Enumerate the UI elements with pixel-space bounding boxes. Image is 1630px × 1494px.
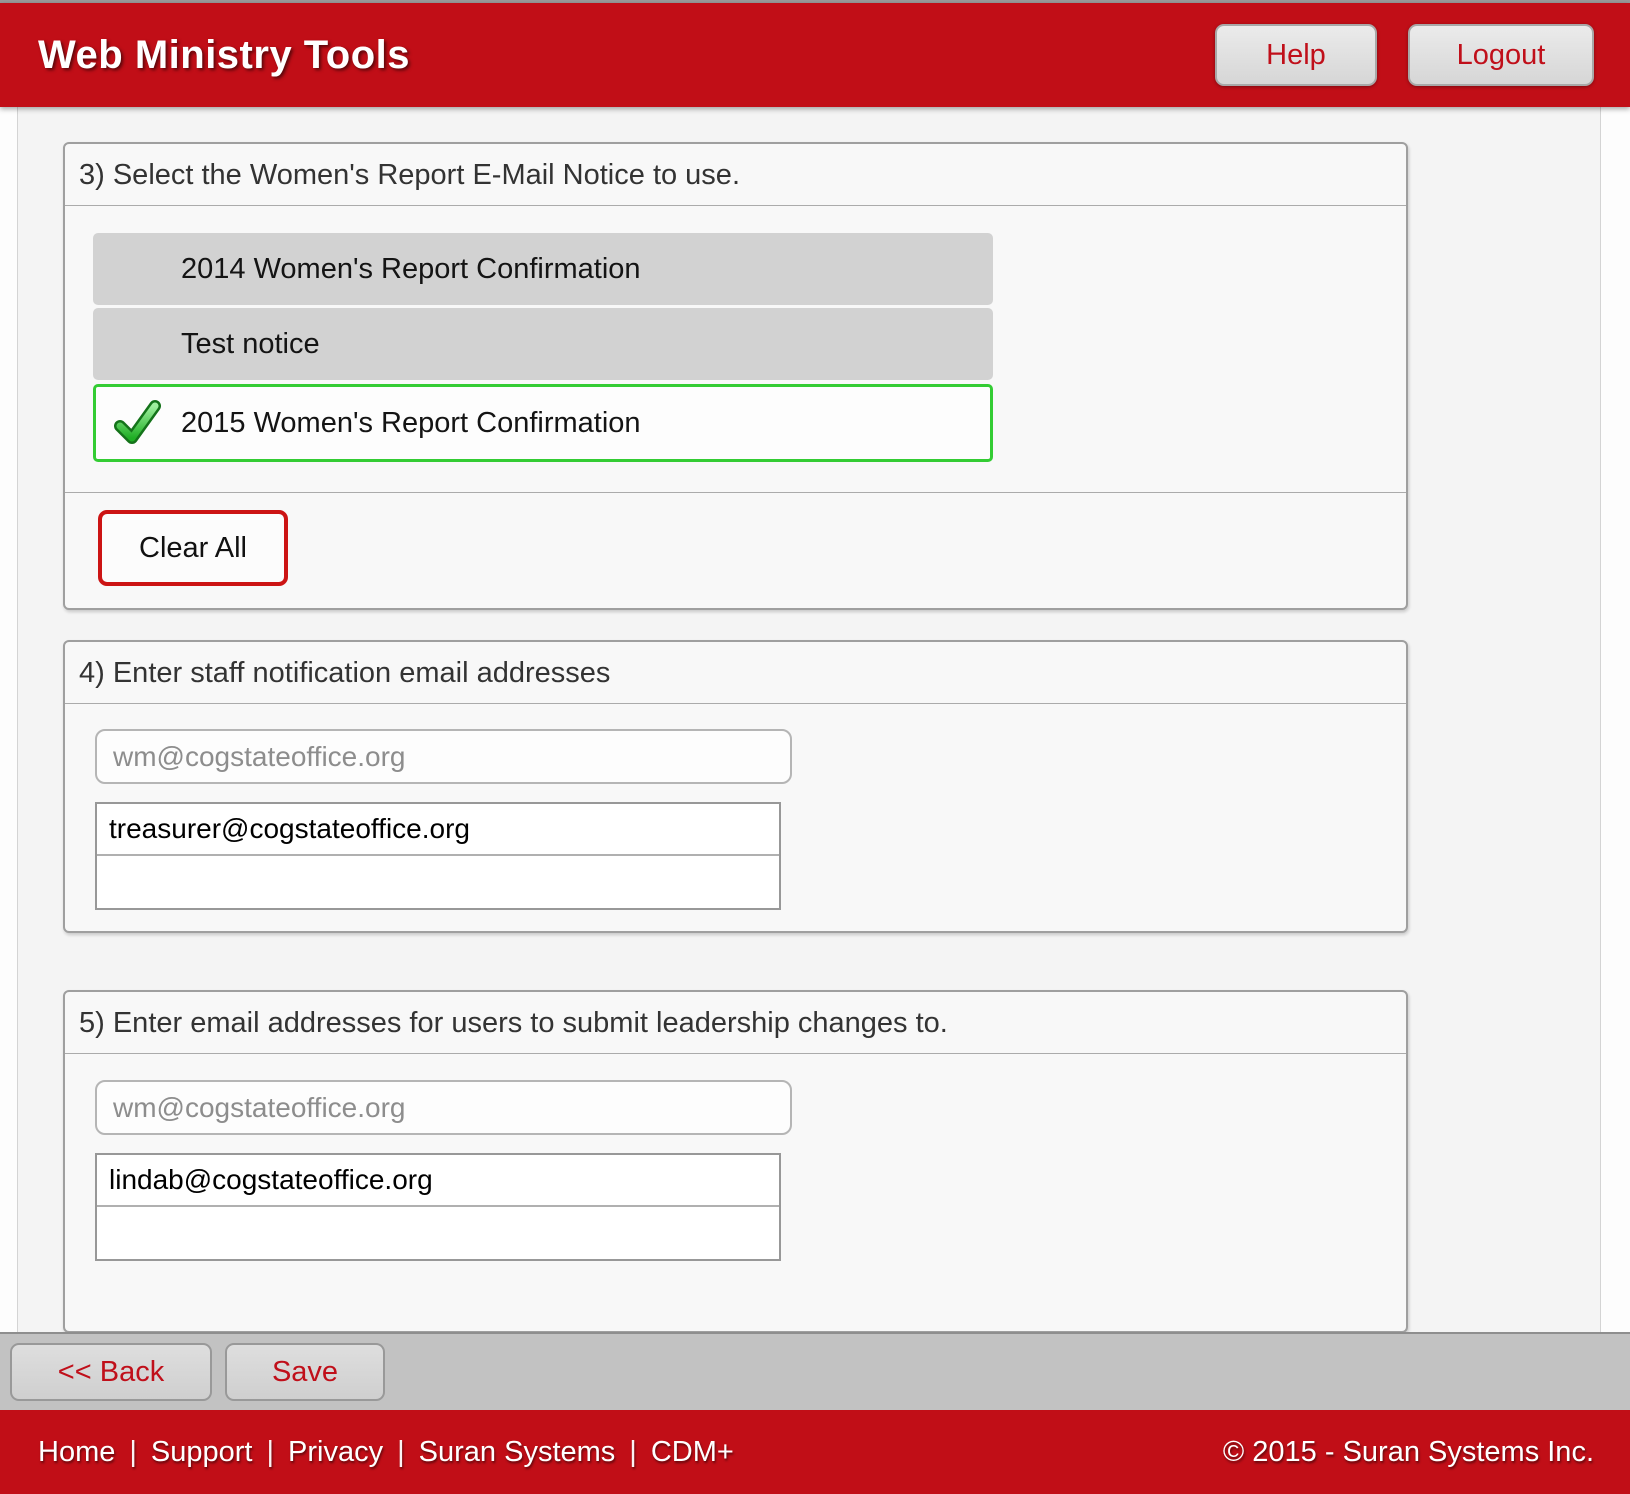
footer-links: Home | Support | Privacy | Suran Systems… [38,1436,734,1469]
help-button[interactable]: Help [1215,24,1377,86]
staff-email-list [95,802,781,910]
notice-option-label: 2014 Women's Report Confirmation [181,253,641,286]
notice-option-label: Test notice [181,328,320,361]
clear-all-button[interactable]: Clear All [98,510,288,586]
app-footer: Home | Support | Privacy | Suran Systems… [0,1410,1630,1494]
leadership-email-entry-1[interactable] [97,1155,779,1207]
leadership-email-body [65,1054,1406,1331]
footer-link-cdm[interactable]: CDM+ [651,1436,734,1469]
app-header: Web Ministry Tools Help Logout [0,3,1630,107]
staff-email-new-input[interactable] [95,729,792,784]
notice-section-footer: Clear All [65,492,1406,608]
leadership-email-entry-2[interactable] [97,1207,779,1259]
logout-button[interactable]: Logout [1408,24,1594,86]
leadership-email-new-input[interactable] [95,1080,792,1135]
leadership-email-list [95,1153,781,1261]
notice-option-2015-selected[interactable]: 2015 Women's Report Confirmation [93,384,993,462]
main-panel: 3) Select the Women's Report E-Mail Noti… [17,107,1601,1332]
copyright-text: © 2015 - Suran Systems Inc. [1223,1436,1594,1469]
footer-separator: | [266,1436,274,1469]
footer-link-privacy[interactable]: Privacy [288,1436,383,1469]
header-buttons: Help Logout [1215,24,1594,86]
app-title: Web Ministry Tools [38,33,410,78]
notice-options-list: 2014 Women's Report Confirmation Test no… [65,206,1406,492]
notice-option-2014[interactable]: 2014 Women's Report Confirmation [93,233,993,305]
notice-select-section: 3) Select the Women's Report E-Mail Noti… [63,142,1408,610]
footer-separator: | [629,1436,637,1469]
staff-email-entry-1[interactable] [97,804,779,856]
leadership-email-section: 5) Enter email addresses for users to su… [63,990,1408,1333]
save-button[interactable]: Save [225,1343,385,1401]
footer-link-suran-systems[interactable]: Suran Systems [419,1436,616,1469]
leadership-email-section-title: 5) Enter email addresses for users to su… [65,992,1406,1054]
check-icon [113,399,161,447]
staff-email-section-title: 4) Enter staff notification email addres… [65,642,1406,704]
bottom-action-bar: << Back Save [0,1332,1630,1410]
notice-section-title: 3) Select the Women's Report E-Mail Noti… [65,144,1406,206]
footer-separator: | [397,1436,405,1469]
staff-email-entry-2[interactable] [97,856,779,908]
staff-email-section: 4) Enter staff notification email addres… [63,640,1408,933]
staff-email-body [65,704,1406,931]
footer-separator: | [129,1436,137,1469]
notice-option-test[interactable]: Test notice [93,308,993,380]
back-button[interactable]: << Back [10,1343,212,1401]
footer-link-support[interactable]: Support [151,1436,253,1469]
notice-option-label: 2015 Women's Report Confirmation [181,407,641,440]
content-area: 3) Select the Women's Report E-Mail Noti… [0,107,1630,1332]
footer-link-home[interactable]: Home [38,1436,115,1469]
